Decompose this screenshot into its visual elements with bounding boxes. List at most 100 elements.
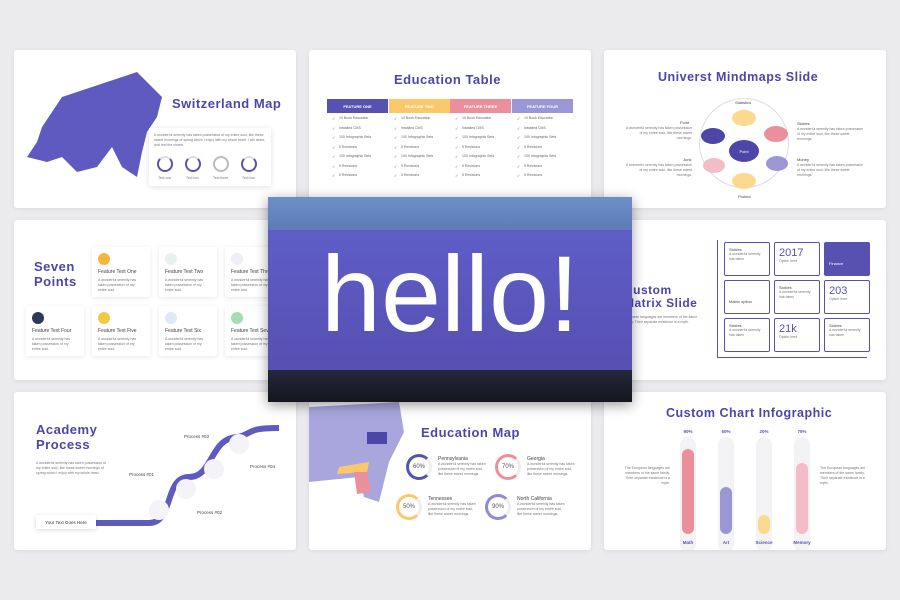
- table-cell: 10 Book Education: [512, 116, 573, 126]
- donut-3: [213, 156, 229, 172]
- table-cell: 5 Revisions: [512, 173, 573, 183]
- table-cell: 100 Infographic Sets: [512, 154, 573, 164]
- slide-mindmap[interactable]: Universt Mindmaps Slide Point Statistics…: [604, 50, 886, 208]
- donut-2: [185, 156, 201, 172]
- matrix-cell: Matrix option: [724, 280, 770, 314]
- state-info: Georgia A wonderful serenity has taken po…: [527, 456, 575, 476]
- slide-education-table[interactable]: Education Table FEATURE ONE FEATURE TWO …: [309, 50, 591, 208]
- percent-ring: 90%: [485, 494, 511, 520]
- feature-icon: [98, 253, 110, 265]
- table-cell: 5 Revisions: [450, 164, 511, 174]
- bar-art: [720, 486, 732, 534]
- bar-track: [680, 437, 696, 550]
- table-cell: Installed CMS: [512, 126, 573, 136]
- slide-academy-process[interactable]: Academy Process A wonderful serenity has…: [14, 392, 296, 550]
- matrix-cell: Sickles A wonderful serenity has taken: [724, 242, 770, 276]
- table-cell: 100 Infographic Sets: [327, 135, 388, 145]
- state-info: North California A wonderful serenity has…: [517, 496, 565, 516]
- table-column: 10 Book EducationInstalled CMS100 Infogr…: [389, 116, 450, 183]
- bar-category-label: Science: [755, 540, 773, 545]
- table-column: 10 Book EducationInstalled CMS100 Infogr…: [512, 116, 573, 183]
- state-info: Pennsylvania A wonderful serenity has tak…: [438, 456, 486, 476]
- matrix-cell: Sickles A wonderful serenity has taken: [724, 318, 770, 352]
- slide-title: Education Table: [394, 72, 501, 87]
- slide-chart-infographic[interactable]: Custom Chart Infographic The European la…: [604, 392, 886, 550]
- bar-math: [682, 448, 694, 534]
- slide-title: Universt Mindmaps Slide: [658, 70, 819, 84]
- table-cell: 10 Book Education: [450, 116, 511, 126]
- donut-1: [157, 156, 173, 172]
- table-cell: 5 Revisions: [450, 173, 511, 183]
- table-cell: 5 Revisions: [327, 173, 388, 183]
- percent-ring: 50%: [396, 494, 422, 520]
- feature-icon: [98, 312, 110, 324]
- slide-title: Education Map: [421, 425, 520, 440]
- table-column: 10 Book EducationInstalled CMS100 Infogr…: [450, 116, 511, 183]
- feature-icon: [231, 312, 243, 324]
- bar-value-label: 90%: [683, 429, 693, 434]
- chart-title: Custom Chart Infographic: [666, 406, 833, 420]
- node-sickles: [764, 126, 788, 142]
- slide-switzerland-map[interactable]: Switzerland Map A wonderful serenity has…: [14, 50, 296, 208]
- bar-category-label: Memory: [793, 540, 811, 545]
- table-cell: 5 Revisions: [512, 164, 573, 174]
- table-column: 10 Book EducationInstalled CMS100 Infogr…: [327, 116, 388, 183]
- feature-icon: [32, 312, 44, 324]
- matrix-cell: Sickles A wonderful serenity has taken: [824, 318, 870, 352]
- bar-value-label: 50%: [721, 429, 731, 434]
- donut-4: [241, 156, 257, 172]
- bar-category-label: Math: [682, 540, 694, 545]
- table-cell: 100 Infographic Sets: [450, 135, 511, 145]
- table-cell: 100 Infographic Sets: [389, 154, 450, 164]
- slide-education-map[interactable]: Education Map 60% Pennsylvania A wonderful…: [309, 392, 591, 550]
- table-cell: 5 Revisions: [389, 173, 450, 183]
- matrix-cell: Sickles A wonderful serenity has taken: [774, 280, 820, 314]
- feature-card: Feature Text Six A wonderful serenity has…: [159, 306, 217, 356]
- table-cell: 10 Book Education: [389, 116, 450, 126]
- slide-seven-points[interactable]: Seven Points Feature Text One A wonderful…: [14, 220, 296, 380]
- table-cell: 5 Revisions: [512, 145, 573, 155]
- table-cell: 5 Revisions: [389, 145, 450, 155]
- table-cell: 100 Infographic Sets: [389, 135, 450, 145]
- node-point: [701, 128, 725, 144]
- matrix-cell: 21k Option here: [774, 318, 820, 352]
- table-cell: Installed CMS: [389, 126, 450, 136]
- table-cell: Installed CMS: [450, 126, 511, 136]
- switzerland-map-shape: [27, 72, 162, 177]
- slide-title: Matrix Slide: [624, 296, 698, 310]
- bar-science: [758, 515, 770, 534]
- mindmap-center: Point: [729, 140, 759, 162]
- text-button[interactable]: Your Text Goes Here: [36, 515, 96, 529]
- table-cell: 100 Infographic Sets: [512, 135, 573, 145]
- feature-card: Feature Text Four A wonderful serenity ha…: [26, 306, 84, 356]
- hero-photo: hello!: [268, 197, 632, 402]
- state-info: Tennessee A wonderful serenity has taken …: [428, 496, 476, 516]
- feature-card: Feature Text Two A wonderful serenity has…: [159, 247, 217, 297]
- matrix-cell: Finance: [824, 242, 870, 276]
- table-header: FEATURE ONE: [327, 99, 388, 113]
- feature-card: Feature Text One A wonderful serenity has…: [92, 247, 150, 297]
- bar-value-label: 20%: [759, 429, 769, 434]
- matrix-cell: 2017 Option here: [774, 242, 820, 276]
- percent-ring: 60%: [406, 454, 432, 480]
- table-cell: 10 Book Education: [327, 116, 388, 126]
- slide-title: Points: [34, 274, 77, 289]
- table-cell: 100 Infographic Sets: [327, 154, 388, 164]
- bar-track: [756, 437, 772, 550]
- table-header: FEATURE THREE: [450, 99, 511, 113]
- table-cell: Installed CMS: [327, 126, 388, 136]
- table-header: FEATURE FOUR: [512, 99, 573, 113]
- feature-icon: [231, 253, 243, 265]
- bar-category-label: Art: [722, 540, 730, 545]
- slide-matrix[interactable]: Custom Matrix Slide European languages a…: [604, 220, 886, 380]
- node-junk: [703, 158, 725, 173]
- feature-icon: [165, 312, 177, 324]
- table-header: FEATURE TWO: [389, 99, 450, 113]
- node-protect: [732, 173, 756, 189]
- matrix-cell: 203 Option here: [824, 280, 870, 314]
- feature-icon: [165, 253, 177, 265]
- table-cell: 100 Infographic Sets: [450, 154, 511, 164]
- percent-ring: 70%: [495, 454, 521, 480]
- node-statistics: [732, 110, 756, 126]
- usa-map: [309, 402, 404, 502]
